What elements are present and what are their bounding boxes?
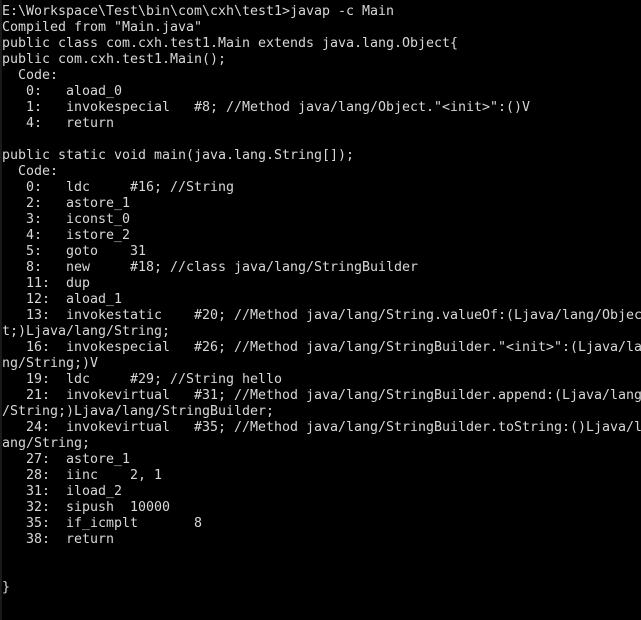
console-output-area[interactable]: E:\Workspace\Test\bin\com\cxh\test1>java…: [2, 4, 641, 620]
console-line: t;)Ljava/lang/String;: [2, 324, 171, 339]
console-line: 32: sipush 10000: [2, 500, 171, 515]
console-line: 0: aload_0: [2, 84, 122, 99]
console-line: ang/String;: [2, 436, 91, 451]
console-line: public static void main(java.lang.String…: [2, 148, 354, 163]
console-line: }: [2, 580, 11, 595]
window-left-border: [0, 0, 2, 620]
console-line: 28: iinc 2, 1: [2, 468, 163, 483]
console-line: Compiled from "Main.java": [2, 20, 203, 35]
console-line: 16: invokespecial #26; //Method java/lan…: [2, 340, 641, 355]
console-line: public class com.cxh.test1.Main extends …: [2, 36, 459, 51]
console-line: 13: invokestatic #20; //Method java/lang…: [2, 308, 641, 323]
console-line: 31: iload_2: [2, 484, 122, 499]
console-line: Code:: [2, 164, 59, 179]
console-line: 19: ldc #29; //String hello: [2, 372, 283, 387]
console-line: 38: return: [2, 532, 115, 547]
console-line: 4: istore_2: [2, 228, 131, 243]
console-line: ng/String;)V: [2, 356, 99, 371]
console-line: 35: if_icmplt 8: [2, 516, 203, 531]
console-line: E:\Workspace\Test\bin\com\cxh\test1>java…: [2, 4, 395, 19]
console-line: public com.cxh.test1.Main();: [2, 52, 227, 67]
console-line: 24: invokevirtual #35; //Method java/lan…: [2, 420, 641, 435]
console-line: 1: invokespecial #8; //Method java/lang/…: [2, 100, 530, 115]
console-line: 5: goto 31: [2, 244, 147, 259]
console-line: Code:: [2, 68, 59, 83]
console-line: 3: iconst_0: [2, 212, 131, 227]
console-line: 0: ldc #16; //String: [2, 180, 235, 195]
console-line: /String;)Ljava/lang/StringBuilder;: [2, 404, 275, 419]
console-line: 21: invokevirtual #31; //Method java/lan…: [2, 388, 641, 403]
console-line: 2: astore_1: [2, 196, 131, 211]
console-line: 27: astore_1: [2, 452, 131, 467]
command-prompt-window[interactable]: E:\Workspace\Test\bin\com\cxh\test1>java…: [0, 0, 641, 620]
console-line: 8: new #18; //class java/lang/StringBuil…: [2, 260, 418, 275]
console-line: 11: dup: [2, 276, 91, 291]
console-line: 12: aload_1: [2, 292, 122, 307]
console-line: 4: return: [2, 116, 115, 131]
